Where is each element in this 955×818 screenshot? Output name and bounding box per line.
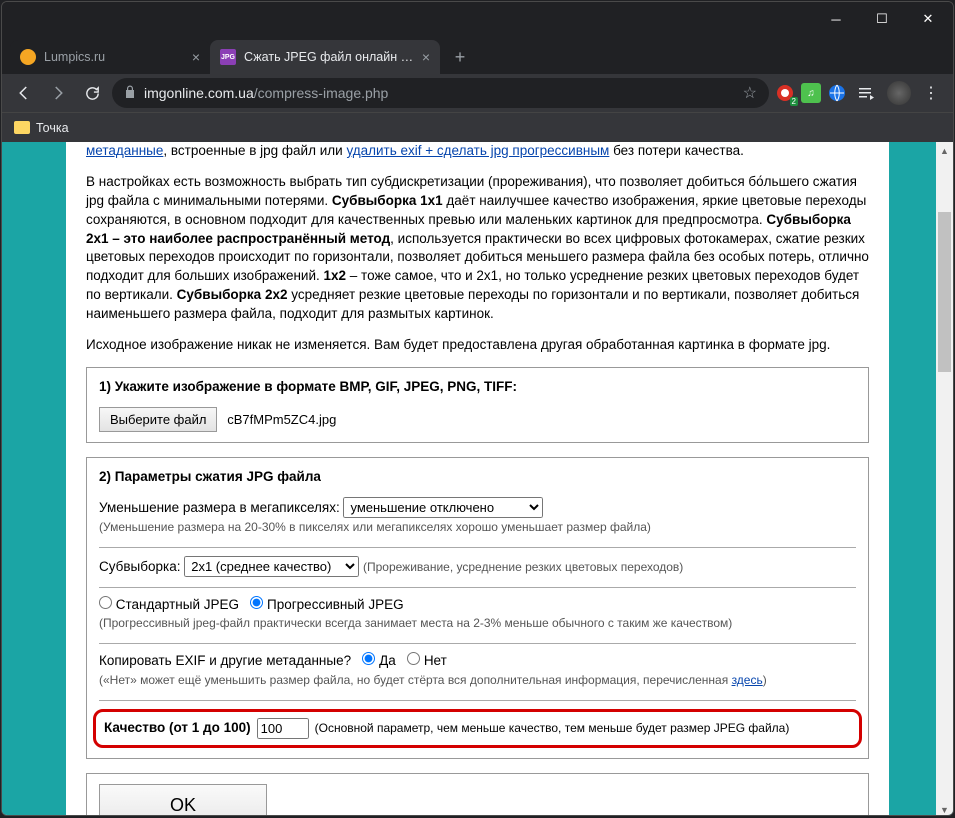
quality-hint: (Основной параметр, чем меньше качество,… <box>315 720 790 737</box>
exif-yes-option[interactable]: Да <box>362 653 395 668</box>
extension-adblock-icon[interactable]: 2 <box>775 83 795 103</box>
exif-no-option[interactable]: Нет <box>407 653 447 668</box>
step2-title: 2) Параметры сжатия JPG файла <box>99 468 856 487</box>
resize-hint: (Уменьшение размера на 20-30% в пикселях… <box>99 520 651 534</box>
lock-icon <box>124 85 136 102</box>
bookmarks-bar: Точка <box>2 112 953 142</box>
bookmark-folder-tochka[interactable]: Точка <box>14 121 69 135</box>
quality-row-highlighted: Качество (от 1 до 100) (Основной парамет… <box>93 709 862 748</box>
step2-box: 2) Параметры сжатия JPG файла Уменьшение… <box>86 457 869 759</box>
favicon-icon <box>20 49 36 65</box>
window-maximize-button[interactable]: ☐ <box>859 2 905 36</box>
tab-title: Lumpics.ru <box>44 50 184 64</box>
chosen-filename: cB7fMPm5ZC4.jpg <box>227 412 336 427</box>
ok-button[interactable]: OK <box>99 784 267 816</box>
favicon-icon: JPG <box>220 49 236 65</box>
step1-title: 1) Укажите изображение в формате BMP, GI… <box>99 378 856 397</box>
step1-box: 1) Укажите изображение в формате BMP, GI… <box>86 367 869 443</box>
choose-file-button[interactable]: Выберите файл <box>99 407 217 432</box>
jpeg-progressive-option[interactable]: Прогрессивный JPEG <box>250 597 403 612</box>
exif-label: Копировать EXIF и другие метаданные? <box>99 653 351 668</box>
tab-strip: Lumpics.ru × JPG Сжать JPEG файл онлайн … <box>2 36 953 74</box>
extension-globe-icon[interactable] <box>827 83 847 103</box>
quality-label: Качество (от 1 до 100) <box>104 719 251 738</box>
subsampling-label: Субвыборка: <box>99 559 180 574</box>
forward-button[interactable] <box>44 79 72 107</box>
close-icon[interactable]: × <box>422 49 430 65</box>
bookmark-label: Точка <box>36 121 69 135</box>
window-minimize-button[interactable]: ─ <box>813 2 859 36</box>
window-titlebar: ─ ☐ ✕ <box>2 2 953 36</box>
new-tab-button[interactable]: + <box>446 43 474 71</box>
subsampling-select[interactable]: 2x1 (среднее качество) <box>184 556 359 577</box>
link-exif-here[interactable]: здесь <box>732 673 763 687</box>
reload-button[interactable] <box>78 79 106 107</box>
back-button[interactable] <box>10 79 38 107</box>
close-icon[interactable]: × <box>192 49 200 65</box>
page-viewport: метаданные, встроенные в jpg файл или уд… <box>2 142 953 816</box>
media-control-icon[interactable] <box>853 79 881 107</box>
tab-title: Сжать JPEG файл онлайн - IMG <box>244 50 414 64</box>
scrollbar-thumb[interactable] <box>938 212 951 372</box>
link-exif[interactable]: удалить exif + сделать jpg прогрессивным <box>346 143 609 158</box>
folder-icon <box>14 121 30 134</box>
step3-box: OK Обработка обычно длится 0.5-20 секунд… <box>86 773 869 816</box>
scroll-down-arrow[interactable]: ▼ <box>936 801 953 816</box>
window-close-button[interactable]: ✕ <box>905 2 951 36</box>
quality-input[interactable] <box>257 718 309 739</box>
resize-select[interactable]: уменьшение отключено <box>343 497 543 518</box>
intro-paragraph-3: Исходное изображение никак не изменяется… <box>86 336 869 355</box>
scroll-up-arrow[interactable]: ▲ <box>936 142 953 159</box>
vertical-scrollbar[interactable]: ▲ ▼ <box>936 142 953 816</box>
extension-music-icon[interactable]: ♫ <box>801 83 821 103</box>
url-text: imgonline.com.ua/compress-image.php <box>144 85 735 101</box>
intro-paragraph-2: В настройках есть возможность выбрать ти… <box>86 173 869 324</box>
browser-toolbar: imgonline.com.ua/compress-image.php ☆ 2 … <box>2 74 953 112</box>
link-metadata[interactable]: метаданные <box>86 143 163 158</box>
jpeg-standard-option[interactable]: Стандартный JPEG <box>99 597 239 612</box>
address-bar[interactable]: imgonline.com.ua/compress-image.php ☆ <box>112 78 769 108</box>
profile-avatar[interactable] <box>887 81 911 105</box>
tab-lumpics[interactable]: Lumpics.ru × <box>10 40 210 74</box>
reload-icon <box>84 85 101 102</box>
subsampling-hint: (Прореживание, усреднение резких цветовы… <box>363 560 683 574</box>
resize-label: Уменьшение размера в мегапикселях: <box>99 500 340 515</box>
intro-paragraph-1: метаданные, встроенные в jpg файл или уд… <box>86 142 869 161</box>
exif-hint: («Нет» может ещё уменьшить размер файла,… <box>99 673 767 687</box>
jpeg-hint: (Прогрессивный jpeg-файл практически все… <box>99 616 732 630</box>
arrow-left-icon <box>15 84 33 102</box>
tab-imgonline[interactable]: JPG Сжать JPEG файл онлайн - IMG × <box>210 40 440 74</box>
menu-button[interactable]: ⋮ <box>917 79 945 107</box>
arrow-right-icon <box>49 84 67 102</box>
bookmark-star-icon[interactable]: ☆ <box>743 83 757 103</box>
